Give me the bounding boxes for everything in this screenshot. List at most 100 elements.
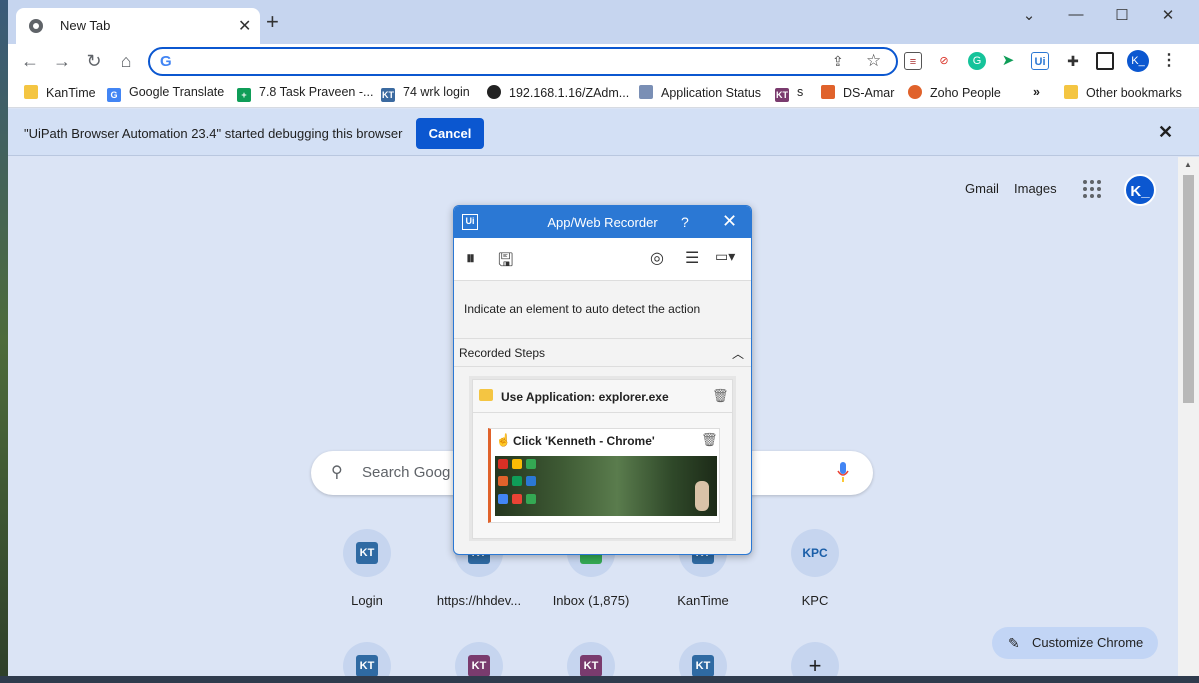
- shortcut-label: KanTime: [677, 593, 729, 608]
- folder-icon: [1064, 85, 1078, 99]
- app-web-recorder-panel: Ui App/Web Recorder ? ✕ ⏸ 🖫 ◎ ☰ ▭▾ Indic…: [453, 205, 752, 555]
- bookmark-item[interactable]: KT s: [775, 85, 803, 102]
- click-icon: ☝: [496, 433, 511, 447]
- cancel-button[interactable]: Cancel: [416, 118, 484, 149]
- home-button[interactable]: ⌂: [115, 50, 137, 72]
- chevron-up-icon[interactable]: ︿: [732, 345, 744, 362]
- shortcut-label: Login: [351, 593, 383, 608]
- share-icon[interactable]: ⇪: [832, 53, 844, 70]
- checklist-icon[interactable]: ☰: [685, 248, 699, 268]
- new-tab-button[interactable]: +: [266, 11, 279, 33]
- sheets-icon: +: [237, 88, 251, 102]
- extension-grammarly-icon[interactable]: G: [968, 52, 986, 70]
- substep-title: Click 'Kenneth - Chrome': [513, 434, 655, 448]
- account-avatar[interactable]: K_: [1124, 174, 1156, 206]
- minimize-button[interactable]: —: [1053, 6, 1099, 23]
- images-link[interactable]: Images: [1014, 181, 1057, 196]
- shortcut-label: KPC: [801, 593, 829, 608]
- help-icon[interactable]: ?: [681, 214, 689, 230]
- menu-kebab-icon[interactable]: ⋮: [1160, 52, 1178, 70]
- recorded-steps-list: Use Application: explorer.exe 🗑 ☝ Click …: [469, 376, 736, 541]
- bookmark-star-icon[interactable]: ☆: [866, 51, 881, 71]
- globe-icon: [487, 85, 501, 99]
- forward-button[interactable]: →: [51, 50, 73, 72]
- shortcut-label: Inbox (1,875): [552, 593, 630, 608]
- bookmark-item[interactable]: DS-Amar: [821, 85, 894, 100]
- reload-button[interactable]: ↻: [83, 50, 105, 72]
- recorded-steps-header[interactable]: Recorded Steps ︿: [454, 339, 751, 367]
- shortcut-tile[interactable]: KT Login: [317, 529, 417, 608]
- bookmark-item[interactable]: +7.8 Task Praveen -...: [237, 85, 373, 102]
- bookmark-item[interactable]: KanTime: [24, 85, 96, 100]
- app-status-icon: [639, 85, 653, 99]
- tab-search-icon[interactable]: ⌄: [1006, 6, 1052, 24]
- recorder-titlebar: Ui App/Web Recorder ? ✕: [454, 206, 751, 238]
- kt-icon: KT: [468, 655, 490, 677]
- extensions-puzzle-icon[interactable]: ✚: [1064, 52, 1082, 70]
- bookmark-item[interactable]: Application Status: [639, 85, 761, 100]
- tab-new-tab[interactable]: New Tab ✕: [16, 8, 260, 44]
- back-button[interactable]: ←: [19, 50, 41, 72]
- other-bookmarks-folder[interactable]: Other bookmarks: [1064, 85, 1182, 100]
- recorder-toolbar: ⏸ 🖫 ◎ ☰ ▭▾: [454, 238, 751, 281]
- recorder-hint: Indicate an element to auto detect the a…: [454, 281, 751, 339]
- page-scrollbar[interactable]: ▲: [1178, 157, 1199, 683]
- zoho-icon: [908, 85, 922, 99]
- target-icon[interactable]: ◎: [650, 248, 664, 268]
- infobar-close-icon[interactable]: ✕: [1158, 122, 1173, 143]
- kt-icon: KT: [356, 542, 378, 564]
- tab-close-icon[interactable]: ✕: [238, 16, 251, 36]
- extension-send-icon[interactable]: ➤: [999, 52, 1017, 70]
- scrollbar-thumb[interactable]: [1183, 175, 1194, 403]
- use-application-step[interactable]: Use Application: explorer.exe 🗑 ☝ Click …: [472, 379, 733, 539]
- extension-uipath-icon[interactable]: Ui: [1031, 52, 1049, 70]
- search-icon: ⚲: [331, 464, 343, 481]
- save-icon[interactable]: 🖫: [498, 248, 513, 278]
- apps-grid-icon[interactable]: [1082, 179, 1102, 199]
- bookmarks-overflow-button[interactable]: »: [1033, 85, 1040, 99]
- click-step[interactable]: ☝ Click 'Kenneth - Chrome' 🗑: [488, 428, 720, 523]
- side-panel-icon[interactable]: [1096, 52, 1114, 70]
- translate-icon: G: [107, 88, 121, 102]
- bookmark-item[interactable]: 192.168.1.16/ZAdm...: [487, 85, 629, 100]
- bookmarks-bar: KanTime G Google Translate +7.8 Task Prav…: [8, 78, 1199, 108]
- address-bar[interactable]: G ⇪ ☆: [148, 47, 898, 76]
- folder-icon: [24, 85, 38, 99]
- kt-icon: KT: [692, 655, 714, 677]
- target-screenshot: [495, 456, 717, 516]
- infobar-message: "UiPath Browser Automation 23.4" started…: [24, 126, 403, 141]
- chrome-icon: [29, 19, 43, 33]
- microphone-icon[interactable]: [837, 461, 849, 483]
- trash-icon[interactable]: 🗑: [712, 388, 729, 404]
- gmail-link[interactable]: Gmail: [965, 181, 999, 196]
- kt-icon: KT: [381, 88, 395, 102]
- shortcut-tile[interactable]: KPC KPC: [765, 529, 865, 608]
- extension-colorzilla-icon[interactable]: ⊘: [935, 52, 953, 70]
- window-close-button[interactable]: ✕: [1145, 6, 1191, 24]
- maximize-button[interactable]: ☐: [1099, 6, 1145, 24]
- scroll-up-icon[interactable]: ▲: [1184, 160, 1192, 169]
- bookmark-item[interactable]: Zoho People: [908, 85, 1001, 100]
- customize-chrome-button[interactable]: ✎ Customize Chrome: [992, 627, 1158, 659]
- plus-icon: +: [808, 653, 822, 678]
- bookmark-item[interactable]: G Google Translate: [107, 85, 224, 102]
- trash-icon[interactable]: 🗑: [701, 432, 718, 448]
- chrome-window: New Tab ✕ + ⌄ — ☐ ✕ ← → ↻ ⌂ G ⇪ ☆ ≡ ⊘ G …: [8, 0, 1199, 683]
- kpc-icon: KPC: [802, 546, 828, 560]
- kt-icon: KT: [775, 88, 789, 102]
- recorder-title: App/Web Recorder: [547, 215, 658, 230]
- screenshot-dropdown-icon[interactable]: ▭▾: [715, 248, 735, 265]
- pause-icon[interactable]: ⏸: [466, 248, 475, 269]
- taskbar-edge: [0, 676, 1199, 683]
- step-title: Use Application: explorer.exe: [501, 390, 669, 404]
- meet-icon: [821, 85, 835, 99]
- profile-avatar-icon[interactable]: K_: [1127, 50, 1149, 72]
- tab-strip: New Tab ✕ + ⌄ — ☐ ✕: [8, 0, 1199, 44]
- extension-pdf-icon[interactable]: ≡: [904, 52, 922, 70]
- bookmark-item[interactable]: KT 74 wrk login: [381, 85, 470, 102]
- debugging-infobar: "UiPath Browser Automation 23.4" started…: [8, 109, 1199, 156]
- kt-icon: KT: [580, 655, 602, 677]
- recorder-close-icon[interactable]: ✕: [722, 211, 737, 232]
- pencil-icon: ✎: [1008, 635, 1020, 651]
- search-placeholder: Search Goog: [362, 464, 451, 481]
